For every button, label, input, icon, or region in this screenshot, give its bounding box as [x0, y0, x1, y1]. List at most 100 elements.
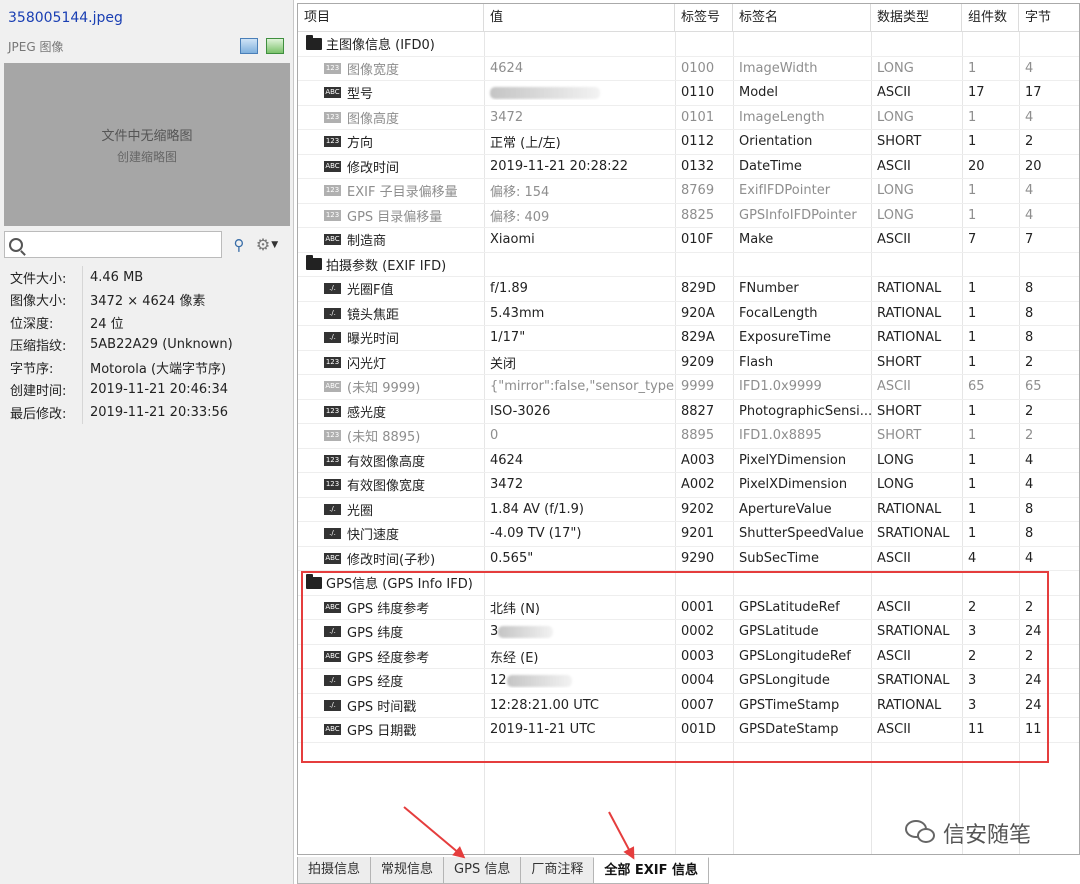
item-name: GPS 目录偏移量 [347, 209, 443, 225]
item-cell: ./. 镜头焦距 [298, 304, 484, 323]
table-row[interactable]: ABC 修改时间 2019-11-21 20:28:22 0132 DateTime AS… [298, 155, 1079, 179]
tab-3[interactable]: 厂商注释 [520, 857, 595, 884]
find-icon[interactable]: ⚲ [228, 235, 250, 255]
group-row[interactable]: 主图像信息 (IFD0) [298, 32, 1079, 57]
table-row[interactable]: 123 感光度 ISO-3026 8827 PhotographicSensi... SH… [298, 400, 1079, 424]
column-header[interactable]: 组件数 [962, 4, 1019, 32]
value-text: ISO-3026 [490, 403, 551, 419]
cell-tagname: ImageLength [733, 110, 871, 125]
cell-count: 1 [962, 526, 1019, 541]
column-header[interactable]: 项目 [298, 4, 484, 32]
cell-count: 1 [962, 134, 1019, 149]
column-header[interactable]: 数据类型 [871, 4, 962, 32]
table-row[interactable]: ./. 光圈F值 f/1.89 829D FNumber RATIONAL 1 8 [298, 277, 1079, 302]
cell-type: RATIONAL [871, 330, 962, 345]
datatype-icon: 123 [324, 479, 341, 491]
table-row[interactable]: 123 图像宽度 4624 0100 ImageWidth LONG 1 4 [298, 57, 1079, 81]
search-field[interactable] [4, 231, 222, 258]
table-row[interactable]: 123 EXIF 子目录偏移量 偏移: 154 8769 ExifIFDPointer L… [298, 179, 1079, 204]
group-row[interactable]: 拍摄参数 (EXIF IFD) [298, 253, 1079, 277]
image-view-icon[interactable] [240, 38, 258, 54]
image-edit-icon[interactable] [266, 38, 284, 54]
create-thumbnail-link[interactable]: 创建缩略图 [117, 148, 177, 165]
table-row[interactable]: ABC (未知 9999) {"mirror":false,"sensor_type… [298, 375, 1079, 400]
file-type: JPEG 图像 [8, 40, 64, 54]
gps-highlight-box [301, 571, 1049, 763]
item-name: 图像宽度 [347, 62, 400, 78]
table-row[interactable]: ./. 曝光时间 1/17" 829A ExposureTime RATIONAL 1 8 [298, 326, 1079, 351]
cell-count: 1 [962, 453, 1019, 468]
count-text: 20 [968, 158, 985, 174]
file-name: 358005144.jpeg [8, 10, 123, 26]
item-cell: ./. 曝光时间 [298, 328, 484, 347]
search-input[interactable] [27, 237, 217, 252]
cell-value: 偏移: 409 [484, 206, 675, 225]
type-text: ASCII [877, 158, 911, 174]
item-name: 感光度 [347, 405, 387, 421]
no-thumbnail-text: 文件中无缩略图 [101, 128, 193, 144]
cell-bytes: 4 [1019, 477, 1079, 492]
table-row[interactable]: ./. 光圈 1.84 AV (f/1.9) 9202 ApertureValue RAT… [298, 498, 1079, 522]
item-name: 方向 [347, 136, 374, 152]
tag-text: 9201 [681, 526, 715, 542]
item-name: 光圈 [347, 503, 374, 519]
settings-gear-icon[interactable]: ⚙ ▼ [256, 235, 278, 255]
table-row[interactable]: 123 GPS 目录偏移量 偏移: 409 8825 GPSInfoIFDPointer… [298, 204, 1079, 228]
column-header[interactable]: 标签名 [733, 4, 871, 32]
bytes-text: 2 [1025, 354, 1034, 370]
datatype-icon: ABC [324, 552, 341, 564]
table-row[interactable]: ABC 型号 0110 Model ASCII 17 17 [298, 81, 1079, 106]
item-cell: 123 图像宽度 [298, 59, 484, 78]
property-key: 文件大小: [10, 271, 67, 287]
tagname-text: ImageWidth [739, 60, 818, 76]
tagname-text: FocalLength [739, 305, 818, 321]
tagname-text: GPSInfoIFDPointer [739, 207, 857, 223]
count-text: 1 [968, 501, 977, 517]
table-row[interactable]: ./. 快门速度 -4.09 TV (17") 9201 ShutterSpeedVal… [298, 522, 1079, 547]
tagname-text: IFD1.0x9999 [739, 379, 822, 395]
datatype-icon: 123 [324, 62, 341, 74]
cell-tagname: DateTime [733, 159, 871, 174]
item-cell: 123 有效图像宽度 [298, 475, 484, 494]
datatype-icon: ABC [324, 87, 341, 99]
type-text: LONG [877, 109, 914, 125]
cell-tag: 0110 [675, 85, 733, 100]
cell-bytes: 4 [1019, 61, 1079, 76]
table-row[interactable]: 123 有效图像高度 4624 A003 PixelYDimension LONG 1 4 [298, 449, 1079, 473]
property-key: 压缩指纹: [10, 339, 67, 355]
wechat-icon [905, 820, 937, 846]
tab-1[interactable]: 常规信息 [370, 857, 445, 884]
column-header[interactable]: 字节 [1019, 4, 1079, 32]
count-text: 1 [968, 207, 977, 223]
tag-text: 0132 [681, 158, 715, 174]
table-row[interactable]: ABC 修改时间(子秒) 0.565" 9290 SubSecTime ASCII 4 4 [298, 547, 1079, 571]
table-row[interactable]: 123 方向 正常 (上/左) 0112 Orientation SHORT 1 2 [298, 130, 1079, 155]
value-text: 3472 [490, 109, 524, 125]
tagname-text: FNumber [739, 281, 799, 297]
column-header[interactable]: 值 [484, 4, 675, 32]
value-text: f/1.89 [490, 281, 528, 297]
cell-tagname: ImageWidth [733, 61, 871, 76]
table-row[interactable]: 123 有效图像宽度 3472 A002 PixelXDimension LONG 1 4 [298, 473, 1079, 498]
table-row[interactable]: ABC 制造商 Xiaomi 010F Make ASCII 7 7 [298, 228, 1079, 253]
tab-2[interactable]: GPS 信息 [443, 857, 522, 884]
table-row[interactable]: 123 图像高度 3472 0101 ImageLength LONG 1 4 [298, 106, 1079, 130]
value-text: Xiaomi [490, 232, 535, 248]
column-header[interactable]: 标签号 [675, 4, 733, 32]
table-row[interactable]: 123 (未知 8895) 0 8895 IFD1.0x8895 SHORT 1 2 [298, 424, 1079, 449]
cell-value: Xiaomi [484, 232, 675, 247]
table-row[interactable]: 123 闪光灯 关闭 9209 Flash SHORT 1 2 [298, 351, 1079, 375]
item-name: 制造商 [347, 234, 387, 250]
item-name: 有效图像高度 [347, 454, 426, 470]
value-text: 5.43mm [490, 305, 545, 321]
bytes-text: 17 [1025, 85, 1042, 101]
cell-value: 3472 [484, 477, 675, 492]
type-text: SRATIONAL [877, 526, 950, 542]
table-row[interactable]: ./. 镜头焦距 5.43mm 920A FocalLength RATIONAL 1 8 [298, 302, 1079, 326]
bytes-text: 2 [1025, 403, 1034, 419]
cell-tagname: Model [733, 85, 871, 100]
tab-4[interactable]: 全部 EXIF 信息 [593, 857, 710, 884]
type-text: ASCII [877, 379, 911, 395]
type-text: LONG [877, 60, 914, 76]
tab-0[interactable]: 拍摄信息 [297, 857, 372, 884]
